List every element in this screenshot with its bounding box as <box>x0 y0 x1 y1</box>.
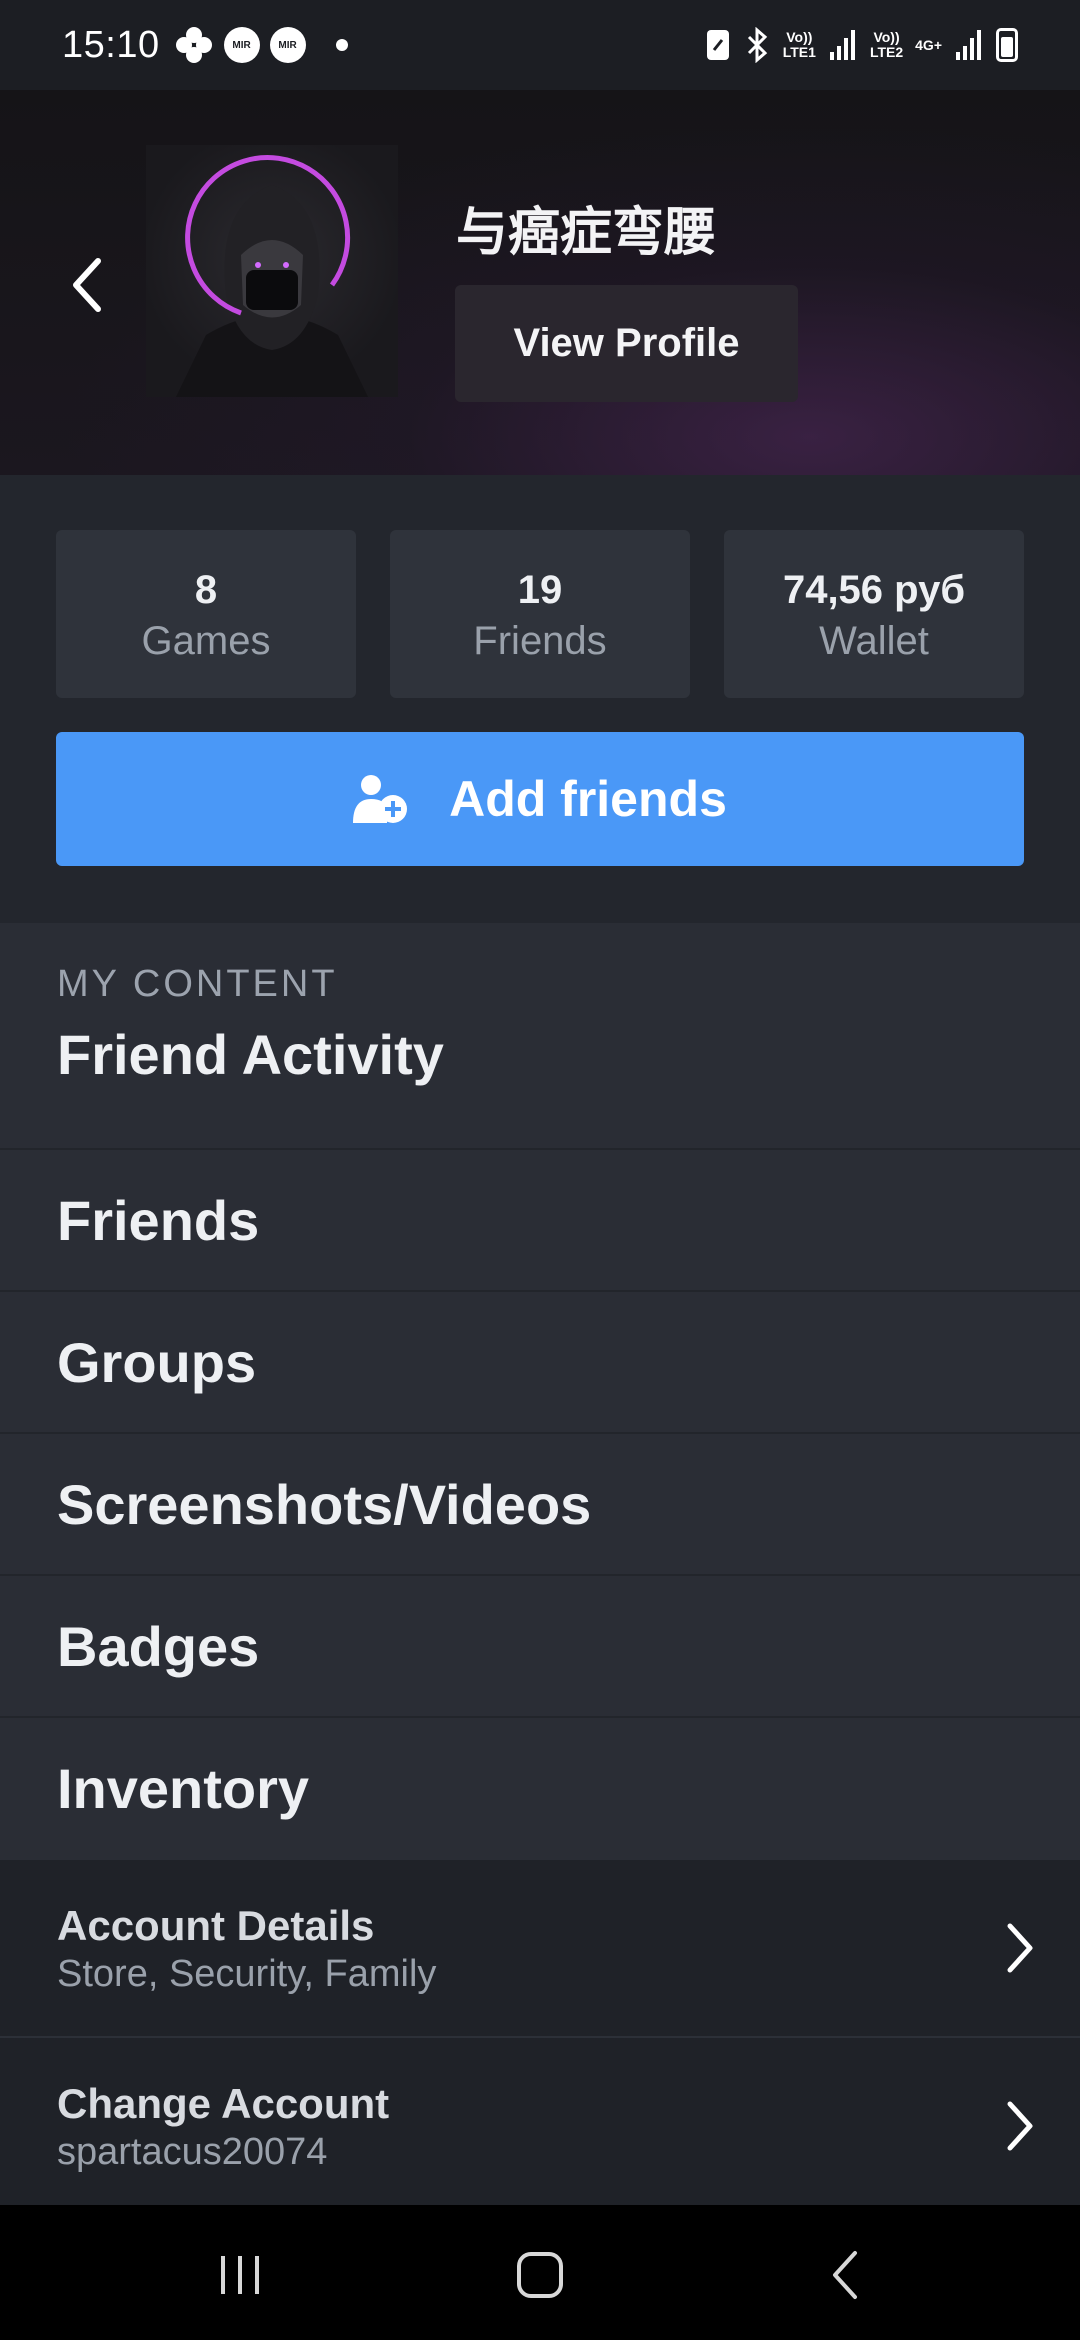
network-type: 4G+ <box>915 36 942 53</box>
mir-icon: MIR <box>223 27 260 63</box>
menu-item-badges[interactable]: Badges <box>0 1574 1080 1716</box>
sim1-label: Vo)) LTE1 <box>782 29 816 60</box>
home-icon <box>517 2252 563 2298</box>
bluetooth-icon <box>747 27 767 63</box>
username: 与癌症弯腰 <box>456 203 717 263</box>
status-bar: 15:10 MIR MIR Vo)) LTE1 Vo)) LTE2 4G+ <box>0 0 1080 90</box>
chevron-right-icon <box>1007 2101 1033 2151</box>
profile-header: 与癌症弯腰 View Profile <box>0 90 1080 475</box>
stat-label: Wallet <box>819 619 929 663</box>
account-row-subtitle: spartacus20074 <box>57 2131 328 2173</box>
avatar-image <box>176 155 368 397</box>
account-details-row[interactable]: Account Details Store, Security, Family <box>0 1860 1080 2038</box>
add-friends-button[interactable]: Add friends <box>56 732 1024 866</box>
account-row-subtitle: Store, Security, Family <box>57 1953 437 1995</box>
stat-friends[interactable]: 19 Friends <box>390 530 690 698</box>
battery-icon <box>996 28 1018 62</box>
system-icons: Vo)) LTE1 Vo)) LTE2 4G+ <box>705 27 1018 63</box>
stat-value: 74,56 руб <box>782 568 966 612</box>
back-button[interactable] <box>56 240 116 330</box>
account-row-title: Account Details <box>57 1902 375 1949</box>
stat-wallet[interactable]: 74,56 руб Wallet <box>724 530 1024 698</box>
status-time: 15:10 <box>62 23 160 66</box>
menu-item-screenshots-videos[interactable]: Screenshots/Videos <box>0 1432 1080 1574</box>
back-arrow-icon <box>833 2251 857 2299</box>
signal-icon <box>956 30 981 60</box>
menu-item-friend-activity[interactable]: Friend Activity <box>0 983 1080 1125</box>
mir-icon: MIR <box>269 27 306 63</box>
notification-icons: MIR MIR <box>174 25 348 65</box>
menu-item-friends[interactable]: Friends <box>0 1148 1080 1290</box>
home-button[interactable] <box>490 2240 590 2310</box>
stat-games[interactable]: 8 Games <box>56 530 356 698</box>
menu-item-inventory[interactable]: Inventory <box>0 1716 1080 1858</box>
sim2-label: Vo)) LTE2 <box>869 29 904 60</box>
account-row-title: Change Account <box>57 2080 390 2127</box>
stats-section: 8 Games 19 Friends 74,56 руб Wallet Add … <box>0 475 1080 923</box>
account-section: Account Details Store, Security, Family … <box>0 1860 1080 2205</box>
stat-label: Games <box>141 619 271 663</box>
chevron-left-icon <box>73 258 101 312</box>
recent-apps-button[interactable] <box>190 2240 290 2310</box>
avatar[interactable] <box>146 145 398 397</box>
stat-value: 19 <box>517 568 563 612</box>
system-back-button[interactable] <box>795 2240 895 2310</box>
my-content-section: MY CONTENT Friend Activity Friends Group… <box>0 923 1080 1860</box>
nfc-icon <box>706 30 729 60</box>
signal-icon <box>829 30 855 60</box>
recent-apps-icon <box>221 2256 259 2294</box>
chevron-right-icon <box>1007 1923 1033 1973</box>
system-nav-bar <box>0 2205 1080 2340</box>
clover-icon <box>175 27 212 63</box>
add-friends-label: Add friends <box>449 771 727 827</box>
stat-value: 8 <box>194 568 218 612</box>
dot-icon <box>335 39 348 51</box>
menu-item-groups[interactable]: Groups <box>0 1290 1080 1432</box>
add-user-icon <box>353 775 408 823</box>
change-account-row[interactable]: Change Account spartacus20074 <box>0 2038 1080 2214</box>
stat-label: Friends <box>473 619 607 663</box>
view-profile-button[interactable]: View Profile <box>455 285 798 402</box>
